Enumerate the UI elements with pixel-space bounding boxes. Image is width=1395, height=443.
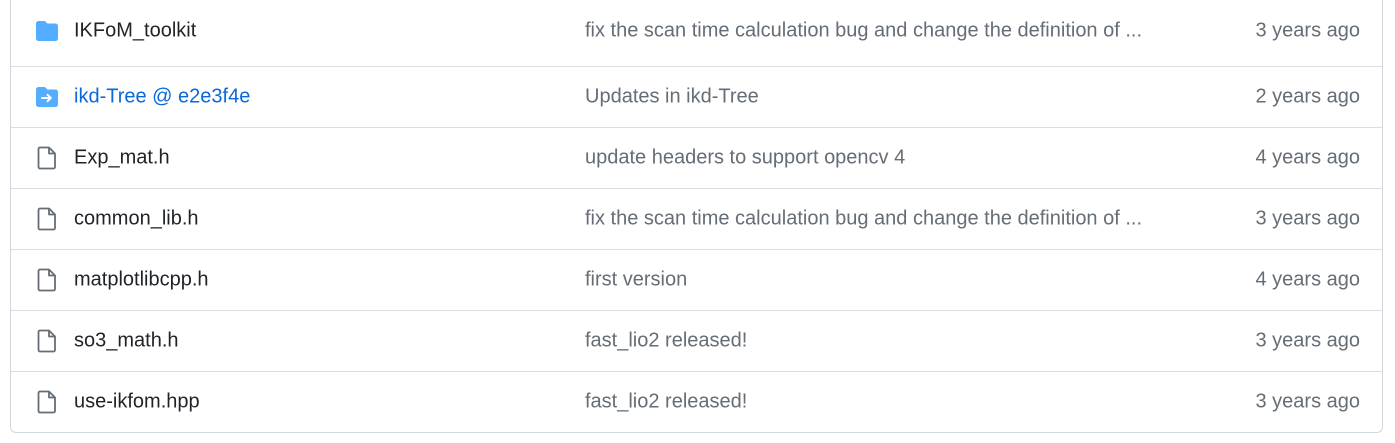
commit-message-link[interactable]: fix the scan time calculation bug and ch… (585, 208, 1142, 231)
commit-age: 3 years ago (1255, 329, 1360, 352)
file-name-link[interactable]: matplotlibcpp.h (74, 269, 209, 292)
file-row[interactable]: use-ikfom.hpp fast_lio2 released! 3 year… (11, 371, 1382, 432)
file-name-link[interactable]: so3_math.h (74, 330, 179, 353)
commit-message-link[interactable]: fast_lio2 released! (585, 391, 747, 414)
file-name-link[interactable]: Exp_mat.h (74, 147, 170, 170)
commit-message-link[interactable]: Updates in ikd-Tree (585, 86, 759, 109)
submodule-link[interactable]: ikd-Tree @ e2e3f4e (74, 86, 250, 109)
commit-message-link[interactable]: fix the scan time calculation bug and ch… (585, 19, 1142, 42)
commit-age: 3 years ago (1255, 19, 1360, 41)
file-icon (35, 390, 59, 414)
submodule-folder-icon (35, 85, 59, 109)
file-row[interactable]: matplotlibcpp.h first version 4 years ag… (11, 249, 1382, 310)
file-icon (35, 268, 59, 292)
file-name-link[interactable]: common_lib.h (74, 208, 199, 231)
file-row[interactable]: IKFoM_toolkit fix the scan time calculat… (11, 0, 1382, 66)
file-name-link[interactable]: use-ikfom.hpp (74, 391, 200, 414)
commit-age: 4 years ago (1255, 268, 1360, 291)
commit-age: 2 years ago (1255, 85, 1360, 108)
commit-age: 4 years ago (1255, 146, 1360, 169)
file-row[interactable]: so3_math.h fast_lio2 released! 3 years a… (11, 310, 1382, 371)
folder-name-link[interactable]: IKFoM_toolkit (74, 19, 196, 42)
commit-age: 3 years ago (1255, 390, 1360, 413)
file-icon (35, 329, 59, 353)
commit-message-link[interactable]: first version (585, 269, 687, 292)
commit-message-link[interactable]: update headers to support opencv 4 (585, 147, 905, 170)
file-list: IKFoM_toolkit fix the scan time calculat… (10, 0, 1383, 433)
folder-icon (35, 19, 59, 43)
commit-message-link[interactable]: fast_lio2 released! (585, 330, 747, 353)
commit-age: 3 years ago (1255, 207, 1360, 230)
file-row[interactable]: common_lib.h fix the scan time calculati… (11, 188, 1382, 249)
file-icon (35, 207, 59, 231)
file-row[interactable]: ikd-Tree @ e2e3f4e Updates in ikd-Tree 2… (11, 66, 1382, 127)
file-row[interactable]: Exp_mat.h update headers to support open… (11, 127, 1382, 188)
file-icon (35, 146, 59, 170)
